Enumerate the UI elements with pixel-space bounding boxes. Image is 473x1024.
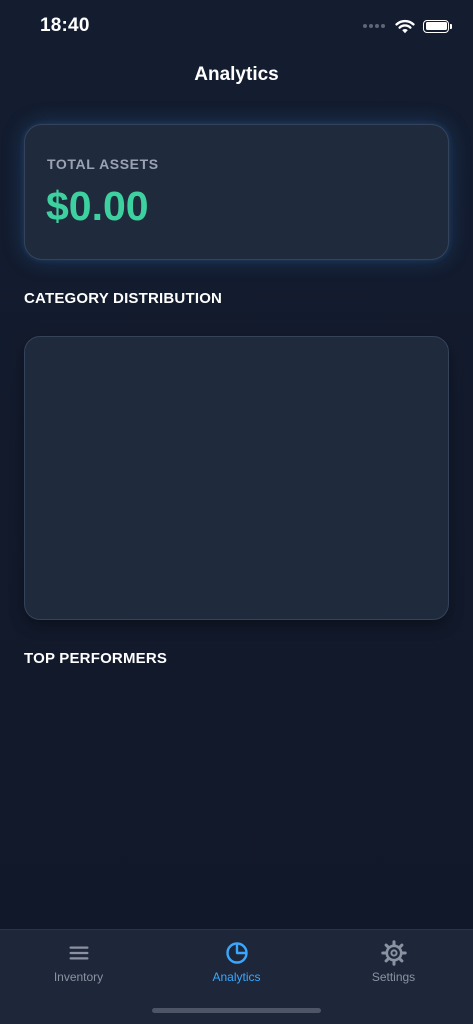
top-performers-header: TOP PERFORMERS xyxy=(24,650,168,667)
tab-inventory-label: Inventory xyxy=(53,970,104,984)
tab-settings[interactable]: Settings xyxy=(315,930,472,992)
tab-analytics[interactable]: Analytics xyxy=(158,930,315,992)
signal-dots-icon xyxy=(363,24,385,28)
tab-inventory[interactable]: Inventory xyxy=(0,930,157,992)
analytics-screen: 18:40 Analytics TOTAL ASSETS $0.00 CATEG… xyxy=(0,0,473,1024)
gear-icon xyxy=(380,940,407,966)
tab-settings-label: Settings xyxy=(371,970,416,984)
category-distribution-chart xyxy=(24,336,449,620)
battery-icon xyxy=(423,19,452,33)
total-assets-card: TOTAL ASSETS $0.00 xyxy=(24,124,449,260)
wifi-icon xyxy=(395,19,415,33)
status-indicators xyxy=(363,16,452,36)
status-time: 18:40 xyxy=(40,15,90,36)
total-assets-value: $0.00 xyxy=(46,183,149,229)
tab-analytics-label: Analytics xyxy=(212,970,261,984)
total-assets-label: TOTAL ASSETS xyxy=(47,156,159,172)
list-icon xyxy=(69,946,88,960)
page-title: Analytics xyxy=(194,64,279,85)
pie-chart-icon xyxy=(225,942,248,964)
chart-canvas xyxy=(42,600,432,603)
home-indicator[interactable] xyxy=(152,1008,321,1013)
status-bar: 18:40 xyxy=(0,0,473,52)
category-distribution-header: CATEGORY DISTRIBUTION xyxy=(24,290,223,307)
